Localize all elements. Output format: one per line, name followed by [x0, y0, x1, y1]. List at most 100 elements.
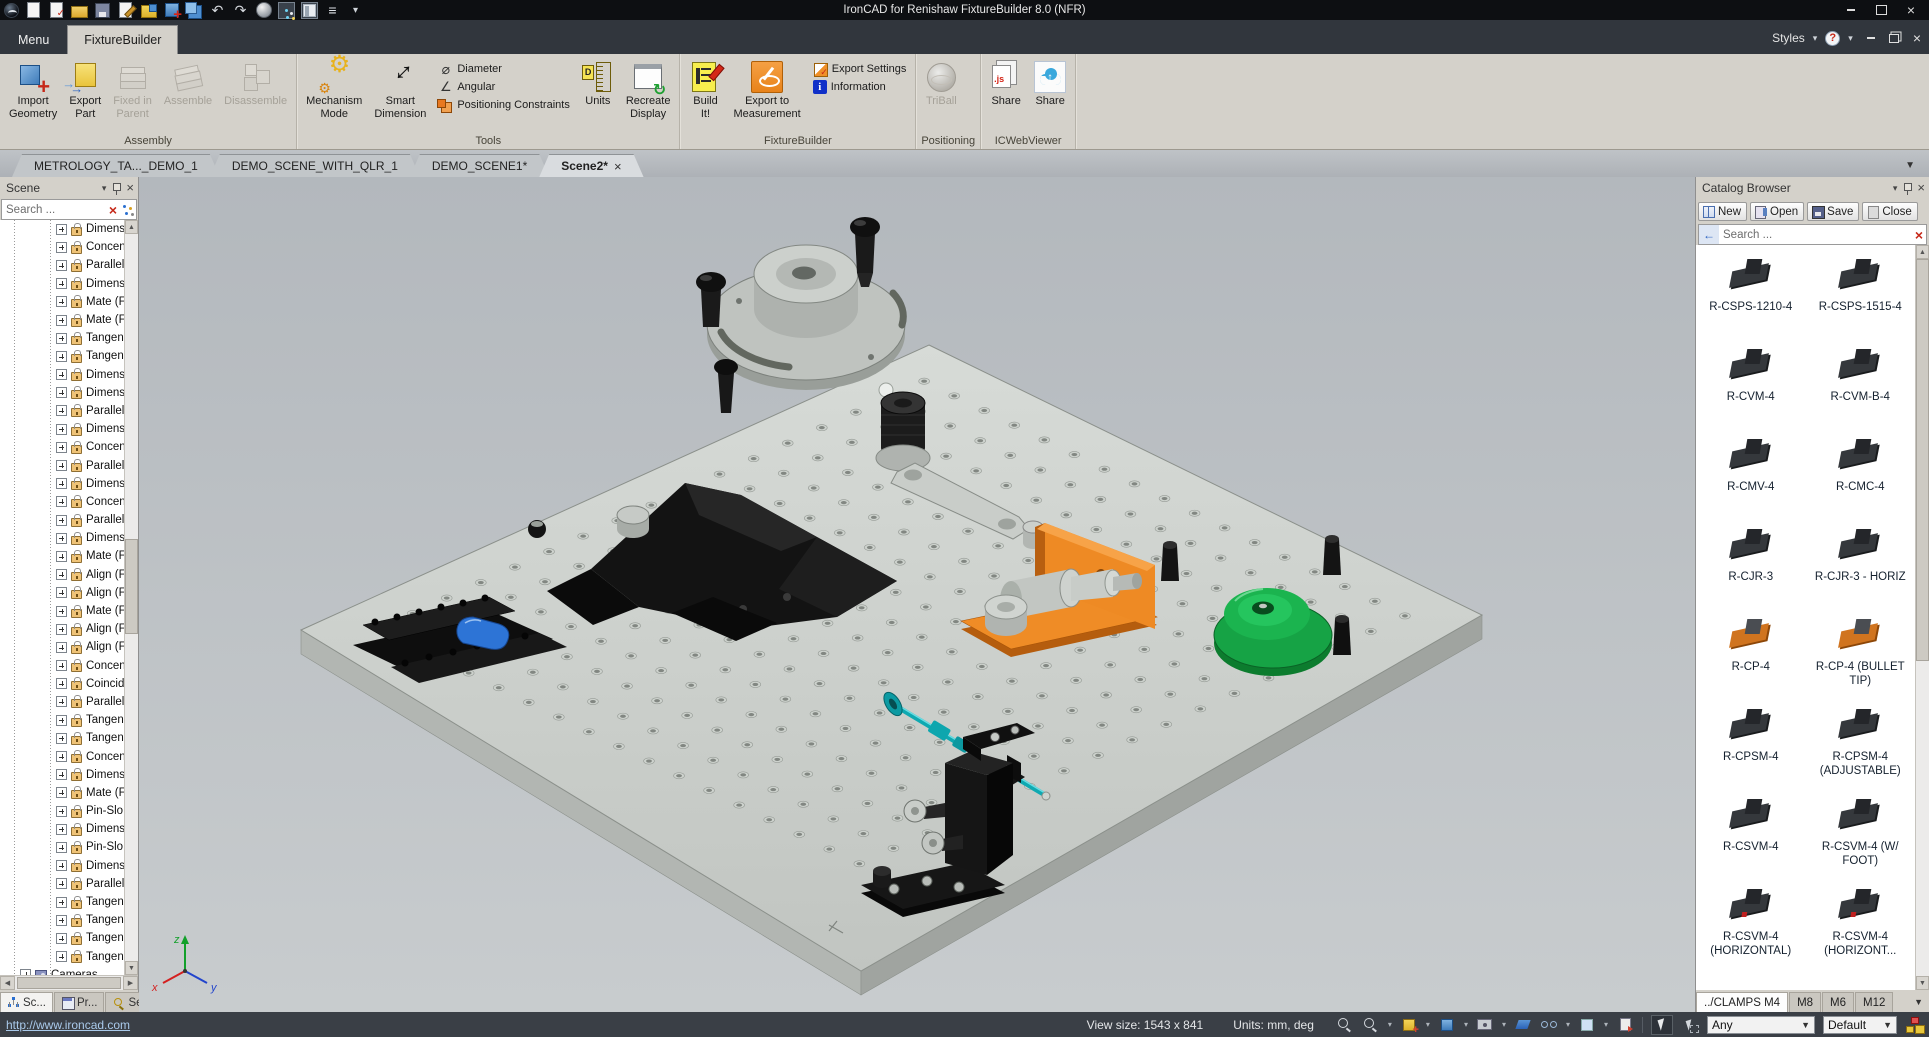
assembly-structure-icon[interactable] [1905, 1016, 1923, 1034]
tab-close-icon[interactable]: × [614, 159, 622, 174]
constraint-item[interactable]: Pin-Slo [0, 838, 124, 856]
expand-icon[interactable] [56, 733, 67, 744]
tab-fixturebuilder[interactable]: FixtureBuilder [67, 25, 178, 54]
constraint-item[interactable]: Dimens [0, 475, 124, 493]
expand-icon[interactable] [56, 569, 67, 580]
catalog-tab[interactable]: M8 [1789, 992, 1821, 1012]
expand-icon[interactable] [56, 606, 67, 617]
panel-tab-properties[interactable]: Pr... [54, 992, 104, 1012]
constraint-item[interactable]: Mate (F [0, 602, 124, 620]
list-options-icon[interactable] [324, 2, 341, 19]
expand-icon[interactable] [56, 860, 67, 871]
export-to-measurement-button[interactable]: Export toMeasurement [727, 56, 806, 120]
expand-icon[interactable] [56, 405, 67, 416]
scroll-left-icon[interactable]: ◀ [0, 976, 15, 990]
tab-list-chevron-icon[interactable]: ▼ [1905, 160, 1929, 177]
expand-icon[interactable] [56, 624, 67, 635]
render-dropdown-icon[interactable]: ▾ [1566, 1020, 1570, 1029]
document-tab[interactable]: DEMO_SCENE_WITH_QLR_1 × [210, 154, 420, 177]
units-button[interactable]: Units [576, 56, 620, 108]
3d-viewport[interactable]: z x y [139, 177, 1695, 1012]
constraint-item[interactable]: Parallel [0, 693, 124, 711]
constraint-item[interactable]: Tangen [0, 929, 124, 947]
catalog-item[interactable]: R-CSPS-1210-4 [1696, 251, 1806, 341]
expand-icon[interactable] [56, 660, 67, 671]
constraint-item[interactable]: Align (F [0, 638, 124, 656]
scene-panel-chevron-icon[interactable]: ▾ [102, 183, 107, 194]
expand-icon[interactable] [56, 424, 67, 435]
share-cloud-button[interactable]: Share [1028, 56, 1072, 108]
box-select-icon[interactable] [1681, 1016, 1699, 1034]
expand-icon[interactable] [56, 478, 67, 489]
expand-icon[interactable] [56, 460, 67, 471]
minimize-button[interactable] [1837, 2, 1865, 18]
expand-icon[interactable] [56, 897, 67, 908]
surface-style-icon[interactable] [1514, 1016, 1532, 1034]
expand-icon[interactable] [56, 715, 67, 726]
catalog-new-button[interactable]: New [1698, 202, 1747, 221]
expand-icon[interactable] [56, 951, 67, 962]
catalog-item[interactable]: R-CP-4 (BULLET TIP) [1806, 611, 1916, 701]
redo-icon[interactable] [232, 2, 249, 19]
save-icon[interactable] [94, 2, 111, 19]
scene-tree-vertical-scrollbar[interactable]: ▲ ▼ [124, 220, 138, 975]
scroll-right-icon[interactable]: ▶ [123, 976, 138, 990]
constraint-item[interactable]: Mate (F [0, 311, 124, 329]
catalog-close-icon[interactable]: × [1917, 183, 1925, 193]
maximize-button[interactable] [1867, 2, 1895, 18]
expand-icon[interactable] [56, 242, 67, 253]
expand-icon[interactable] [56, 260, 67, 271]
expand-icon[interactable] [56, 315, 67, 326]
catalog-item[interactable]: R-CSVM-4 (W/ FOOT) [1806, 791, 1916, 881]
app-logo-icon[interactable] [4, 3, 19, 18]
expand-icon[interactable] [56, 296, 67, 307]
ironcad-link[interactable]: http://www.ironcad.com [6, 1018, 130, 1032]
constraint-item[interactable]: Mate (F [0, 293, 124, 311]
constraint-item[interactable]: Concen [0, 438, 124, 456]
constraint-item[interactable]: Dimens [0, 275, 124, 293]
help-icon[interactable]: ? [1825, 31, 1840, 46]
scroll-down-icon[interactable]: ▼ [125, 961, 138, 975]
expand-icon[interactable] [56, 351, 67, 362]
expand-icon[interactable] [56, 806, 67, 817]
expand-icon[interactable] [56, 787, 67, 798]
new-scene-icon[interactable] [25, 2, 42, 19]
build-it-button[interactable]: BuildIt! [683, 56, 727, 120]
import-file-icon[interactable] [140, 2, 157, 19]
expand-icon[interactable] [56, 224, 67, 235]
new-from-template-icon[interactable] [48, 2, 65, 19]
constraint-item[interactable]: Tangen [0, 911, 124, 929]
catalog-pin-icon[interactable] [1902, 182, 1912, 195]
constraint-item[interactable]: Dimens [0, 820, 124, 838]
export-settings-button[interactable]: Export Settings [813, 61, 907, 77]
new-part-dropdown-icon[interactable]: ▾ [1426, 1020, 1430, 1029]
scroll-up-icon[interactable]: ▲ [125, 220, 138, 234]
doc-restore-button[interactable] [1889, 34, 1899, 43]
zoom-fit-icon[interactable] [1336, 1016, 1354, 1034]
doc-close-button[interactable] [1913, 30, 1921, 46]
undo-icon[interactable] [209, 2, 226, 19]
expand-icon[interactable] [56, 369, 67, 380]
catalog-item[interactable]: R-CMV-4 [1696, 431, 1806, 521]
catalog-back-icon[interactable]: ← [1699, 225, 1719, 244]
copy-icon[interactable] [186, 2, 203, 19]
catalog-item[interactable]: R-CPSM-4 (ADJUSTABLE) [1806, 701, 1916, 791]
document-tab[interactable]: METROLOGY_TA..._DEMO_1 × [12, 154, 220, 177]
diameter-button[interactable]: Diameter [438, 61, 570, 77]
catalog-tab[interactable]: M6 [1822, 992, 1854, 1012]
panel-tab-scene[interactable]: Sc... [0, 992, 53, 1012]
constraint-item[interactable]: Concen [0, 657, 124, 675]
qat-more-icon[interactable] [347, 2, 364, 19]
expand-icon[interactable] [20, 969, 31, 975]
styles-button[interactable]: Styles [1772, 31, 1805, 45]
catalog-save-button[interactable]: Save [1807, 202, 1859, 221]
scene-panel-close-icon[interactable]: × [126, 183, 134, 193]
new-part-icon[interactable] [1400, 1016, 1418, 1034]
constraint-item[interactable]: Tangen [0, 711, 124, 729]
scene-panel-pin-icon[interactable] [111, 182, 121, 195]
configuration-select[interactable]: Default▼ [1823, 1016, 1897, 1034]
constraint-item[interactable]: Pin-Slo [0, 802, 124, 820]
catalog-open-button[interactable]: Open [1750, 202, 1804, 221]
catalog-item[interactable]: R-CMC-4 [1806, 431, 1916, 521]
catalog-item[interactable]: R-CVM-B-4 [1806, 341, 1916, 431]
